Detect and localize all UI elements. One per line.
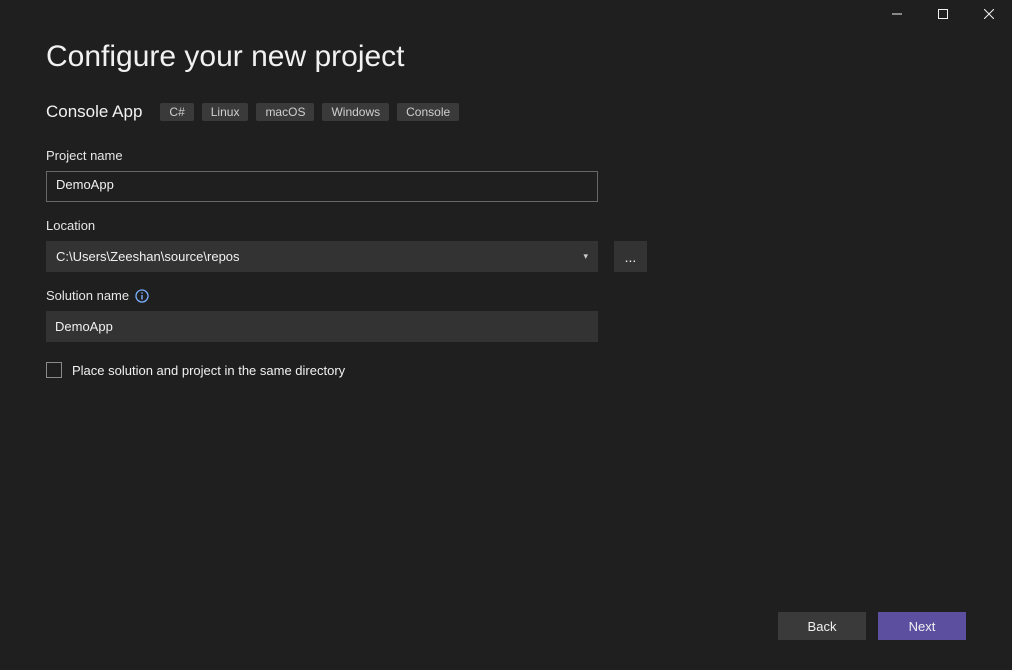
page-title: Configure your new project	[46, 40, 966, 74]
tag: Console	[397, 103, 459, 121]
solution-name-label-text: Solution name	[46, 288, 129, 303]
same-directory-label: Place solution and project in the same d…	[72, 363, 345, 378]
tag: macOS	[256, 103, 314, 121]
info-icon[interactable]	[135, 289, 149, 303]
chevron-down-icon: ▾	[583, 251, 588, 262]
project-name-value: DemoApp	[56, 177, 114, 192]
solution-name-label: Solution name	[46, 288, 650, 303]
minimize-button[interactable]	[874, 0, 920, 28]
maximize-button[interactable]	[920, 0, 966, 28]
project-name-input[interactable]: DemoApp	[46, 171, 598, 202]
next-button[interactable]: Next	[878, 612, 966, 640]
location-select[interactable]: C:\Users\Zeeshan\source\repos ▾	[46, 241, 598, 272]
back-button[interactable]: Back	[778, 612, 866, 640]
tag: Linux	[202, 103, 249, 121]
template-tags: C# Linux macOS Windows Console	[160, 103, 459, 121]
project-name-label: Project name	[46, 148, 650, 163]
same-directory-checkbox[interactable]	[46, 362, 62, 378]
solution-name-input[interactable]	[46, 311, 598, 342]
location-label: Location	[46, 218, 650, 233]
tag: Windows	[322, 103, 389, 121]
browse-button[interactable]: ...	[614, 241, 647, 272]
tag: C#	[160, 103, 193, 121]
location-value: C:\Users\Zeeshan\source\repos	[56, 249, 240, 264]
close-button[interactable]	[966, 0, 1012, 28]
template-name: Console App	[46, 102, 142, 122]
